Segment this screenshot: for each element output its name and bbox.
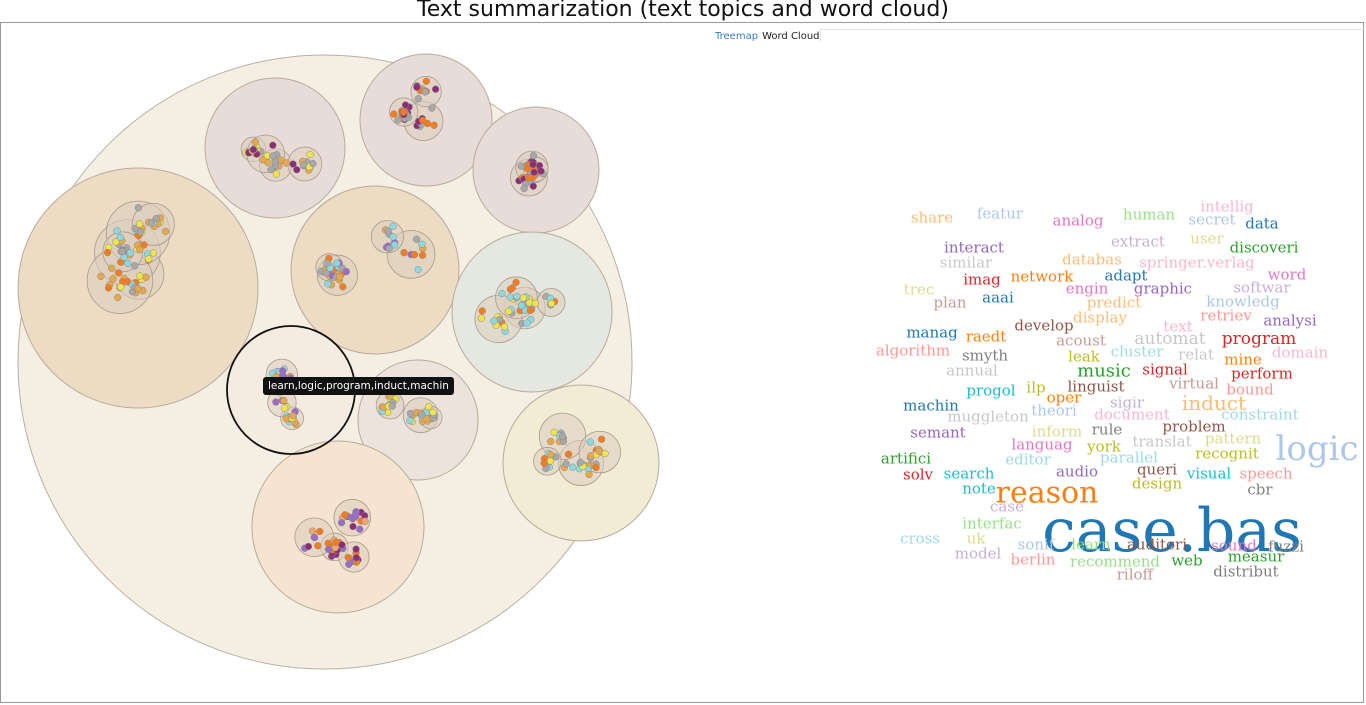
word-cloud-term[interactable]: imag [963, 270, 1001, 288]
word-cloud-term[interactable]: distribut [1213, 562, 1278, 580]
word-cloud-term[interactable]: annual [946, 361, 998, 379]
word-cloud-term[interactable]: editor [1005, 450, 1051, 468]
word-cloud-term[interactable]: raedt [966, 327, 1007, 345]
word-cloud-term[interactable]: riloff [1117, 565, 1155, 583]
word-cloud-term[interactable]: constraint [1221, 405, 1298, 423]
word-cloud-term[interactable]: cluster [1111, 342, 1164, 360]
word-cloud-term[interactable]: berlin [1011, 550, 1056, 568]
word-cloud-term[interactable]: recognit [1195, 444, 1259, 462]
word-cloud-term[interactable]: cross [900, 529, 940, 547]
word-cloud-term[interactable]: web [1171, 551, 1202, 569]
word-cloud-term[interactable]: visual [1186, 464, 1232, 482]
word-cloud-term[interactable]: theori [1031, 401, 1077, 419]
word-cloud-term[interactable]: data [1245, 214, 1279, 232]
word-cloud-term[interactable]: aaai [982, 288, 1014, 306]
word-cloud-term[interactable]: human [1123, 205, 1175, 223]
word-cloud-term[interactable]: user [1190, 229, 1224, 247]
word-cloud-term[interactable]: plan [933, 293, 966, 311]
word-cloud-term[interactable]: share [911, 208, 953, 226]
word-cloud: intelligshare featur human secret dataanalog… [876, 197, 1359, 583]
word-cloud-term[interactable]: semant [910, 423, 965, 441]
word-cloud-term[interactable]: model [955, 544, 1002, 562]
word-cloud-term[interactable]: similar [940, 253, 993, 271]
word-cloud-term[interactable]: springer.verlag [1139, 253, 1255, 271]
word-cloud-term[interactable]: extract [1111, 232, 1165, 250]
word-cloud-term[interactable]: progol [966, 381, 1015, 399]
word-cloud-term[interactable]: case [990, 497, 1024, 515]
topic-tooltip: learn,logic,program,induct,machin [263, 377, 454, 395]
word-cloud-term[interactable]: featur [977, 204, 1024, 222]
word-cloud-term[interactable]: design [1132, 474, 1183, 492]
word-cloud-term[interactable]: analog [1053, 211, 1104, 229]
word-cloud-term[interactable]: rule [1092, 420, 1123, 438]
word-cloud-term[interactable]: retriev [1200, 306, 1252, 324]
word-cloud-term[interactable]: virtual [1168, 374, 1219, 392]
word-cloud-term[interactable]: learn [1071, 535, 1111, 553]
word-cloud-term[interactable]: graphic [1134, 279, 1192, 297]
word-cloud-term[interactable]: algorithm [876, 341, 950, 359]
word-cloud-term[interactable]: trec [904, 280, 934, 298]
word-cloud-term[interactable]: solv [903, 465, 934, 483]
word-cloud-term[interactable]: analysi [1263, 311, 1317, 329]
word-cloud-term[interactable]: note [962, 479, 996, 497]
word-cloud-term[interactable]: secret [1188, 210, 1235, 228]
word-cloud-term[interactable]: domain [1272, 343, 1329, 361]
word-cloud-term[interactable]: manag [906, 323, 958, 341]
word-cloud-term[interactable]: logic [1275, 429, 1358, 469]
word-cloud-term[interactable]: display [1073, 308, 1127, 326]
word-cloud-term[interactable]: ilp [1026, 378, 1045, 396]
